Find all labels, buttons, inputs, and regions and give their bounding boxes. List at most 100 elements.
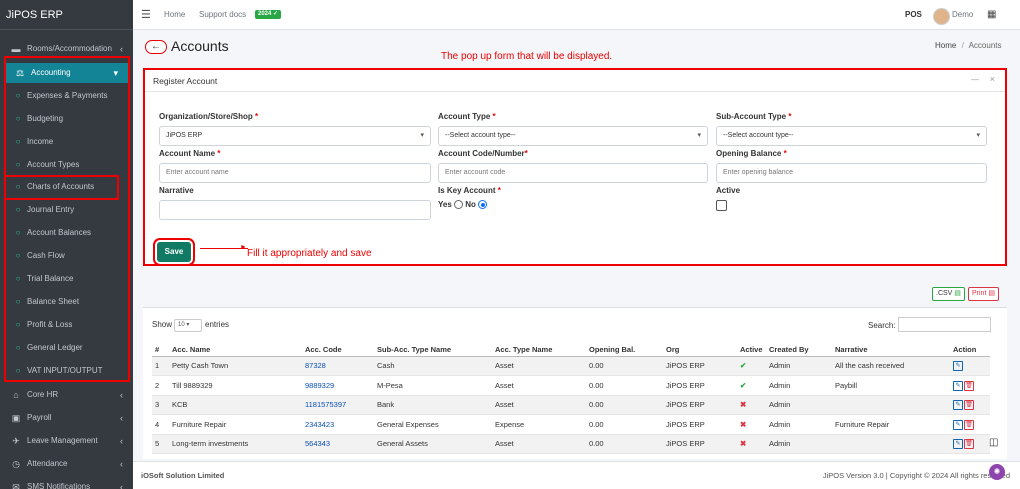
sidebar-item-payroll[interactable]: ▣ Payroll ‹ <box>0 408 133 428</box>
column-header[interactable]: Narrative <box>832 344 950 357</box>
no-radio[interactable] <box>478 200 488 210</box>
chevron-left-icon: ‹ <box>120 390 123 400</box>
cell-org: JiPOS ERP <box>663 414 737 435</box>
edit-icon[interactable]: ✎ <box>953 400 963 411</box>
csv-button[interactable]: .CSV ▤ <box>932 287 965 301</box>
close-icon[interactable]: × <box>990 74 995 84</box>
sidebar-item-balance-sheet[interactable]: ○ Balance Sheet <box>0 292 133 312</box>
edit-icon[interactable]: ✎ <box>953 439 963 450</box>
sidebar-item-label: VAT INPUT/OUTPUT <box>27 366 103 375</box>
edit-icon[interactable]: ✎ <box>953 419 963 430</box>
sidebar-item-general-ledger[interactable]: ○ General Ledger <box>0 338 133 358</box>
sidebar-item-vat-input-output[interactable]: ○ VAT INPUT/OUTPUT <box>0 361 133 381</box>
edit-icon[interactable]: ✎ <box>953 361 963 372</box>
assistant-icon[interactable]: ✺ <box>989 464 1005 480</box>
cell-active: ✔ <box>737 356 766 376</box>
user-name[interactable]: Demo <box>952 0 973 30</box>
column-header[interactable]: Org <box>663 344 737 357</box>
breadcrumb-home[interactable]: Home <box>935 41 956 50</box>
opening-balance-input[interactable]: Enter opening balance <box>716 163 987 183</box>
search-input[interactable] <box>898 317 991 332</box>
column-header[interactable]: Opening Bal. <box>586 344 663 357</box>
chat-icon[interactable]: ◫ <box>989 437 998 448</box>
delete-icon[interactable]: 🗑 <box>964 400 974 411</box>
cell-sub: Cash <box>374 356 492 376</box>
sidebar-item-leave-management[interactable]: ✈ Leave Management ‹ <box>0 431 133 451</box>
narrative-input[interactable] <box>159 200 431 220</box>
csv-icon: ▤ <box>954 290 961 297</box>
print-button[interactable]: Print ▤ <box>968 287 999 301</box>
entries-label: entries <box>205 320 230 329</box>
save-button[interactable]: Save <box>157 242 191 262</box>
plane-icon: ✈ <box>12 436 20 446</box>
cell-code[interactable]: 9889329 <box>302 375 374 396</box>
sidebar-item-budgeting[interactable]: ○ Budgeting <box>0 109 133 129</box>
minimize-icon[interactable]: — <box>971 75 979 84</box>
breadcrumb-current: Accounts <box>968 41 1002 50</box>
sidebar-item-account-balances[interactable]: ○ Account Balances <box>0 223 133 243</box>
back-arrow-icon[interactable]: ← <box>145 40 167 54</box>
cell-bal: 0.00 <box>586 395 663 415</box>
circle-icon: ○ <box>15 91 21 100</box>
delete-icon[interactable]: 🗑 <box>964 419 974 430</box>
delete-icon[interactable]: 🗑 <box>964 439 974 450</box>
cell-code[interactable]: 87328 <box>302 356 374 376</box>
sidebar-item-accounting[interactable]: ⚖ Accounting ▾ <box>4 63 128 83</box>
cell-code[interactable]: 1181575397 <box>302 395 374 415</box>
yes-label: Yes <box>438 200 452 209</box>
cell-sub: General Assets <box>374 434 492 454</box>
active-checkbox[interactable] <box>716 200 727 211</box>
menu-toggle-icon[interactable]: ☰ <box>141 0 151 30</box>
sidebar-item-cash-flow[interactable]: ○ Cash Flow <box>0 246 133 266</box>
sidebar-item-sms-notifications[interactable]: ✉ SMS Notifications ‹ <box>0 477 133 489</box>
yes-radio[interactable] <box>454 200 464 210</box>
account-type-select[interactable]: --Select account type-- ▾ <box>438 126 708 146</box>
table-row: 2 Till 9889329 9889329 M-Pesa Asset 0.00 JiPOS… <box>152 375 990 396</box>
delete-icon[interactable]: 🗑 <box>964 380 974 391</box>
cell-code[interactable]: 564343 <box>302 434 374 454</box>
sidebar-item-attendance[interactable]: ◷ Attendance ‹ <box>0 454 133 474</box>
sub-account-type-select[interactable]: --Select account type-- ▾ <box>716 126 987 146</box>
org-select[interactable]: JiPOS ERP ▾ <box>159 126 431 146</box>
sidebar-item-profit-loss[interactable]: ○ Profit & Loss <box>0 315 133 335</box>
cell-sub: General Expenses <box>374 414 492 435</box>
apps-grid-icon[interactable]: ▦ <box>987 0 996 30</box>
nav-home-link[interactable]: Home <box>164 0 185 30</box>
avatar[interactable] <box>933 8 950 25</box>
column-header[interactable]: Action <box>950 344 990 357</box>
edit-icon[interactable]: ✎ <box>953 380 963 391</box>
popup-annotation: The pop up form that will be displayed. <box>441 51 613 62</box>
brand-logo[interactable]: JiPOS ERP <box>0 0 133 30</box>
sidebar-item-label: Accounting <box>31 68 71 77</box>
sidebar-item-rooms-accommodation[interactable]: ▬ Rooms/Accommodation ‹ <box>0 39 133 59</box>
sidebar-item-charts-of-accounts[interactable]: ○ Charts of Accounts <box>0 177 133 197</box>
opening-balance-label: Opening Balance * <box>716 149 787 158</box>
cell-code[interactable]: 2343423 <box>302 414 374 435</box>
nav-support-link[interactable]: Support docs <box>199 0 246 30</box>
column-header[interactable]: Active <box>737 344 766 357</box>
cell-n: 4 <box>152 414 169 435</box>
column-header[interactable]: # <box>152 344 169 357</box>
sidebar-item-label: Account Balances <box>27 228 92 237</box>
column-header[interactable]: Sub-Acc. Type Name <box>374 344 492 357</box>
account-code-input[interactable]: Enter account code <box>438 163 708 183</box>
pos-link[interactable]: POS <box>905 0 922 30</box>
entries-select[interactable]: 10 ▾ <box>174 319 202 332</box>
column-header[interactable]: Acc. Name <box>169 344 302 357</box>
column-header[interactable]: Created By <box>766 344 832 357</box>
account-name-input[interactable]: Enter account name <box>159 163 431 183</box>
cell-n: 3 <box>152 395 169 415</box>
circle-icon: ○ <box>15 137 21 146</box>
sidebar-item-label: Payroll <box>27 413 52 422</box>
column-header[interactable]: Acc. Code <box>302 344 374 357</box>
cell-n: 2 <box>152 375 169 396</box>
column-header[interactable]: Acc. Type Name <box>492 344 586 357</box>
sidebar-item-expenses-payments[interactable]: ○ Expenses & Payments <box>0 86 133 106</box>
sidebar-item-journal-entry[interactable]: ○ Journal Entry <box>0 200 133 220</box>
sidebar-item-account-types[interactable]: ○ Account Types <box>0 155 133 175</box>
sidebar-item-trial-balance[interactable]: ○ Trial Balance <box>0 269 133 289</box>
arrow-head-icon: ► <box>240 244 247 251</box>
sidebar-item-income[interactable]: ○ Income <box>0 132 133 152</box>
sidebar-item-core-hr[interactable]: ⌂ Core HR ‹ <box>0 385 133 405</box>
clock-icon: ◷ <box>12 459 20 469</box>
